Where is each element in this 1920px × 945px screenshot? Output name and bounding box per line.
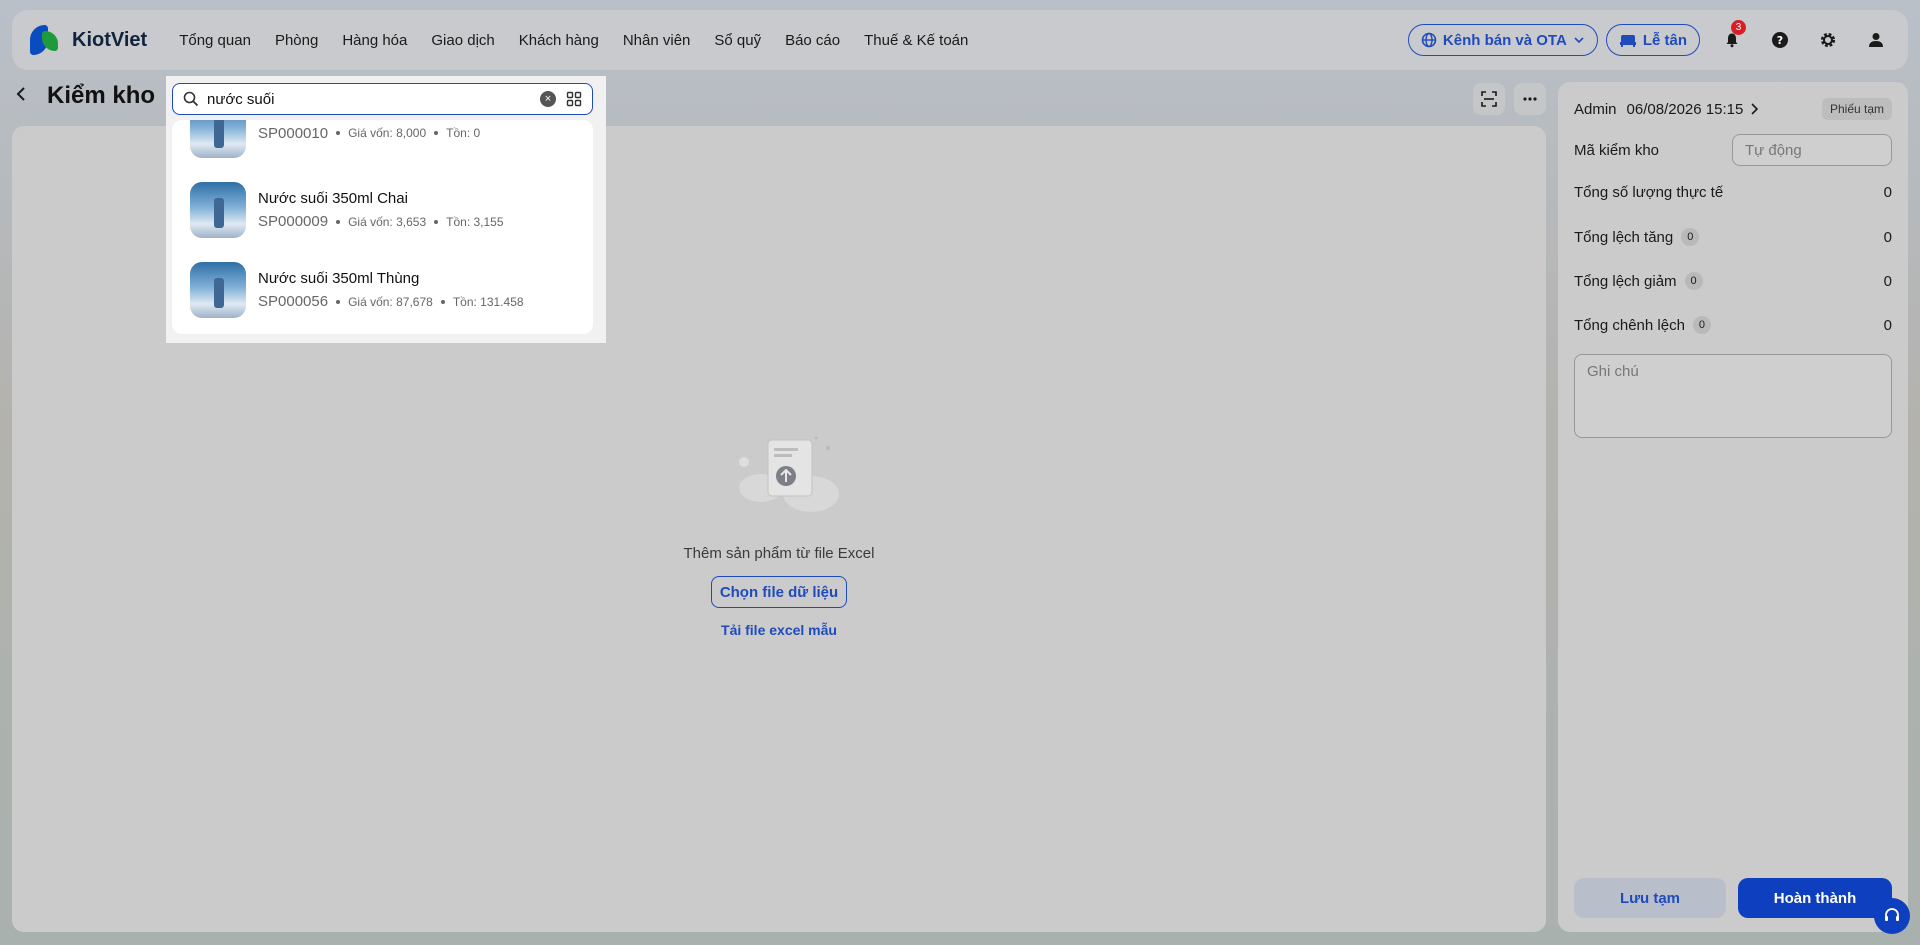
search-value[interactable]: nước suối <box>207 91 540 108</box>
save-draft-button[interactable]: Lưu tạm <box>1574 878 1726 918</box>
product-thumbnail <box>190 262 246 318</box>
scan-barcode-button[interactable] <box>1473 83 1505 115</box>
bed-icon <box>1619 35 1636 47</box>
chevron-down-icon <box>1574 37 1584 44</box>
result-name: Nước suối 350ml Thùng <box>258 270 420 287</box>
complete-button[interactable]: Hoàn thành <box>1738 878 1892 918</box>
search-result-item[interactable]: Nước suối 350ml Chai SP000009 Giá vốn: 3… <box>172 170 593 250</box>
reception-label: Lễ tân <box>1642 31 1687 49</box>
total-difference-count: 0 <box>1692 316 1711 334</box>
result-stock: Tồn: 0 <box>446 126 481 140</box>
stocktake-code-row: Mã kiểm kho Tự động <box>1574 134 1892 166</box>
settings-button[interactable] <box>1812 24 1844 56</box>
result-name: Nước suối 350ml Chai <box>258 190 408 207</box>
svg-text:?: ? <box>1777 34 1783 47</box>
menu-item-overview[interactable]: Tổng quan <box>167 32 263 49</box>
product-search-input[interactable]: nước suối × <box>172 83 593 115</box>
support-chat-button[interactable] <box>1874 898 1910 934</box>
page-title: Kiểm kho <box>47 82 156 109</box>
sales-channel-button[interactable]: Kênh bán và OTA <box>1407 24 1598 56</box>
total-actual-row: Tổng số lượng thực tế 0 <box>1574 184 1892 201</box>
total-difference-row: Tổng chênh lệch 0 0 <box>1574 316 1892 334</box>
total-increase-label: Tổng lệch tăng <box>1574 228 1674 246</box>
help-button[interactable]: ? <box>1764 24 1796 56</box>
empty-state-message: Thêm sản phẩm từ file Excel <box>683 545 875 562</box>
total-decrease-row: Tổng lệch giảm 0 0 <box>1574 272 1892 290</box>
menu-item-staff[interactable]: Nhân viên <box>611 32 703 49</box>
total-decrease-label: Tổng lệch giảm <box>1574 272 1677 290</box>
total-difference-label: Tổng chênh lệch <box>1574 316 1685 334</box>
total-increase-row: Tổng lệch tăng 0 0 <box>1574 228 1892 246</box>
result-stock: Tồn: 131.458 <box>452 294 524 309</box>
total-increase-count: 0 <box>1681 228 1700 246</box>
stocktake-code-input[interactable]: Tự động <box>1732 134 1892 166</box>
search-results-dropdown: SP000010 Giá vốn: 8,000 Tồn: 0 Nước suối… <box>172 120 593 334</box>
gear-icon <box>1820 32 1836 48</box>
user-icon <box>1869 33 1883 47</box>
top-navigation: KiotViet Tổng quan Phòng Hàng hóa Giao d… <box>12 10 1908 70</box>
kiotviet-logo-icon <box>28 23 62 57</box>
result-cost: Giá vốn: 8,000 <box>348 126 427 140</box>
upload-file-illustration-icon <box>739 436 839 512</box>
result-code: SP000009 <box>258 213 329 230</box>
menu-item-rooms[interactable]: Phòng <box>263 32 330 49</box>
search-icon <box>183 91 199 107</box>
total-decrease-value: 0 <box>1883 272 1892 290</box>
result-stock: Tồn: 3,155 <box>446 214 504 229</box>
account-button[interactable] <box>1860 24 1892 56</box>
logo[interactable]: KiotViet <box>28 23 147 57</box>
stocktake-code-label: Mã kiểm kho <box>1574 141 1660 159</box>
more-horizontal-icon <box>1523 97 1537 101</box>
chevron-left-icon <box>16 87 25 101</box>
product-thumbnail <box>190 120 246 158</box>
note-textarea[interactable]: Ghi chú <box>1574 354 1892 438</box>
menu-item-reports[interactable]: Báo cáo <box>773 32 852 49</box>
total-decrease-count: 0 <box>1684 272 1703 290</box>
total-difference-value: 0 <box>1883 316 1892 334</box>
menu-item-transactions[interactable]: Giao dịch <box>419 32 506 49</box>
menu-item-tax-accounting[interactable]: Thuế & Kế toán <box>852 32 980 49</box>
headset-icon <box>1885 908 1899 921</box>
grid-view-icon[interactable] <box>566 91 582 107</box>
result-cost: Giá vốn: 3,653 <box>348 214 427 229</box>
clear-search-icon[interactable]: × <box>540 91 556 107</box>
product-search-popover: nước suối × SP000010 Giá vốn: 8,000 Tồn:… <box>166 76 606 343</box>
search-result-item[interactable]: Nước suối 350ml Thùng SP000056 Giá vốn: … <box>172 250 593 330</box>
back-button[interactable] <box>14 86 30 107</box>
product-thumbnail <box>190 182 246 238</box>
stocktake-summary-panel: Admin 06/08/2026 15:15 Phiếu tạm Mã kiểm… <box>1558 82 1908 932</box>
sales-channel-label: Kênh bán và OTA <box>1442 31 1567 49</box>
result-code: SP000010 <box>258 124 329 142</box>
created-datetime[interactable]: 06/08/2026 15:15 <box>1627 101 1744 118</box>
search-result-item[interactable]: SP000010 Giá vốn: 8,000 Tồn: 0 <box>172 120 593 170</box>
notification-badge: 3 <box>1731 20 1746 35</box>
creator-name[interactable]: Admin <box>1574 101 1617 118</box>
main-menu: Tổng quan Phòng Hàng hóa Giao dịch Khách… <box>167 32 980 49</box>
globe-icon <box>1421 32 1437 48</box>
menu-item-customers[interactable]: Khách hàng <box>507 32 611 49</box>
menu-item-cashbook[interactable]: Sổ quỹ <box>702 32 773 49</box>
more-options-button[interactable] <box>1514 83 1546 115</box>
result-cost: Giá vốn: 87,678 <box>348 294 433 309</box>
total-increase-value: 0 <box>1883 228 1892 246</box>
chevron-right-icon[interactable] <box>1749 103 1759 115</box>
creator-row: Admin 06/08/2026 15:15 Phiếu tạm <box>1574 98 1892 120</box>
scan-icon <box>1481 91 1497 107</box>
menu-item-products[interactable]: Hàng hóa <box>330 32 419 49</box>
reception-button[interactable]: Lễ tân <box>1605 24 1700 56</box>
total-actual-label: Tổng số lượng thực tế <box>1574 184 1724 201</box>
total-actual-value: 0 <box>1883 184 1892 201</box>
help-icon: ? <box>1772 32 1788 48</box>
status-badge: Phiếu tạm <box>1821 98 1892 120</box>
logo-text: KiotViet <box>72 28 148 51</box>
result-code: SP000056 <box>258 293 329 310</box>
notifications-button[interactable]: 3 <box>1716 20 1748 56</box>
download-template-link[interactable]: Tải file excel mẫu <box>12 622 1546 638</box>
nav-actions: Kênh bán và OTA Lễ tân 3 ? <box>1407 20 1892 56</box>
choose-file-button[interactable]: Chọn file dữ liệu <box>711 576 847 608</box>
